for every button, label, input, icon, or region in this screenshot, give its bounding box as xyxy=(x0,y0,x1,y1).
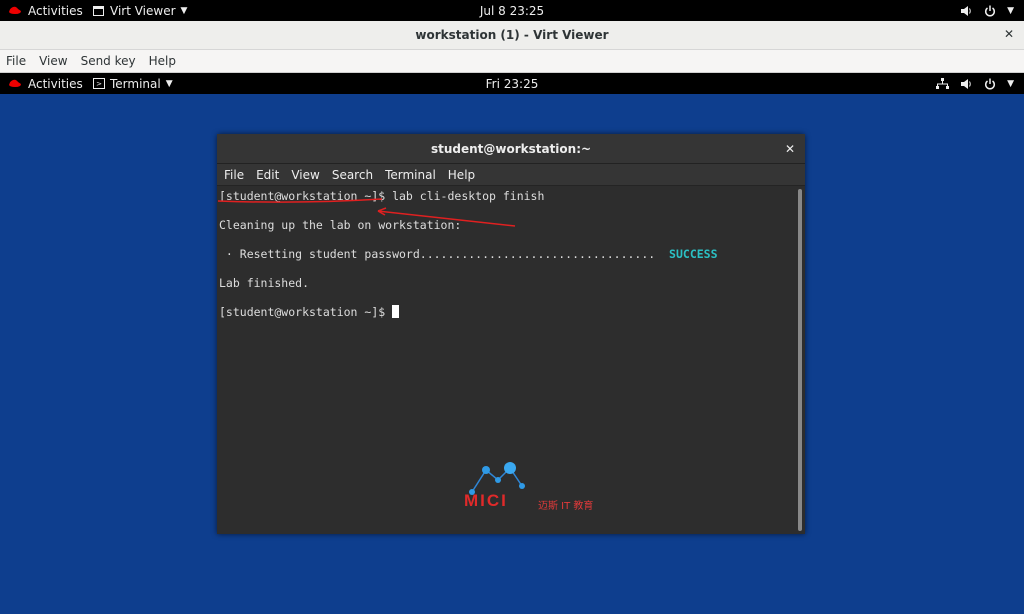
annotation-overlay xyxy=(217,198,516,227)
annotation-underline xyxy=(217,198,383,203)
mici-brand-text: MICI xyxy=(464,491,508,510)
mici-subtitle: 迈斯 IT 教育 xyxy=(538,501,594,512)
annotation-arrow xyxy=(377,210,516,227)
